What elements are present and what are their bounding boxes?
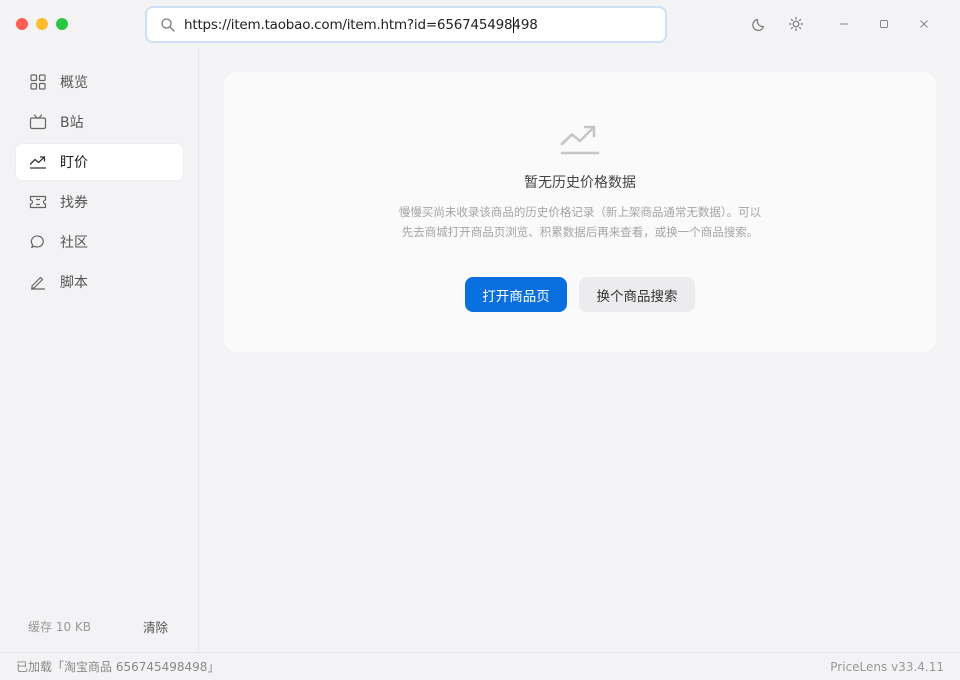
sidebar-item-label: 脚本 bbox=[60, 275, 88, 291]
clear-cache-button[interactable]: 清除 bbox=[143, 617, 168, 636]
sun-icon[interactable] bbox=[787, 15, 805, 33]
close-icon[interactable] bbox=[915, 15, 933, 33]
url-input[interactable] bbox=[184, 16, 644, 33]
moon-icon[interactable] bbox=[751, 15, 769, 33]
sidebar-item-community[interactable]: 社区 bbox=[16, 224, 183, 260]
zoom-window-button[interactable] bbox=[56, 18, 68, 30]
empty-state-description: 慢慢买尚未收录该商品的历史价格记录（新上架商品通常无数据）。可以先去商城打开商品… bbox=[398, 205, 762, 239]
cache-row: 缓存 10 KB 清除 bbox=[28, 616, 168, 636]
cache-size-text: 缓存 10 KB bbox=[28, 619, 92, 634]
sidebar-item-price-watch[interactable]: 盯价 bbox=[16, 144, 183, 180]
url-bar[interactable] bbox=[145, 6, 667, 43]
tv-icon bbox=[29, 113, 47, 131]
text-caret bbox=[513, 17, 514, 33]
sidebar-item-scripts[interactable]: 脚本 bbox=[16, 264, 183, 300]
trend-icon bbox=[29, 153, 47, 171]
chat-icon bbox=[29, 233, 47, 251]
status-bar: 已加载「淘宝商品 656745498498」 PriceLens v33.4.1… bbox=[0, 652, 960, 680]
search-another-product-button[interactable]: 换个商品搜索 bbox=[579, 277, 695, 312]
sidebar-item-coupons[interactable]: 找券 bbox=[16, 184, 183, 220]
sidebar-item-label: B站 bbox=[60, 115, 84, 131]
title-bar bbox=[0, 0, 960, 48]
minimize-icon[interactable] bbox=[835, 15, 853, 33]
sidebar-item-label: 盯价 bbox=[60, 155, 88, 171]
sidebar-item-bilibili[interactable]: B站 bbox=[16, 104, 183, 140]
maximize-icon[interactable] bbox=[875, 15, 893, 33]
main-panel: 暂无历史价格数据 慢慢买尚未收录该商品的历史价格记录（新上架商品通常无数据）。可… bbox=[200, 48, 960, 652]
sidebar: 概览 B站 盯价 找券 社区 脚本 缓存 10 KB 清除 bbox=[0, 48, 199, 652]
app-version-text: PriceLens v33.4.11 bbox=[830, 659, 944, 674]
ticket-icon bbox=[29, 193, 47, 211]
grid-icon bbox=[29, 73, 47, 91]
sidebar-item-label: 概览 bbox=[60, 75, 88, 91]
open-product-page-button[interactable]: 打开商品页 bbox=[465, 277, 567, 312]
load-status-text: 已加载「淘宝商品 656745498498」 bbox=[16, 660, 220, 674]
sidebar-item-label: 找券 bbox=[60, 195, 88, 211]
pen-icon bbox=[29, 273, 47, 291]
minimize-window-button[interactable] bbox=[36, 18, 48, 30]
sidebar-item-label: 社区 bbox=[60, 235, 88, 251]
trend-chart-icon bbox=[560, 125, 600, 155]
empty-state-card: 暂无历史价格数据 慢慢买尚未收录该商品的历史价格记录（新上架商品通常无数据）。可… bbox=[224, 72, 936, 352]
search-icon bbox=[161, 17, 175, 32]
empty-state-title: 暂无历史价格数据 bbox=[524, 175, 636, 191]
close-window-button[interactable] bbox=[16, 18, 28, 30]
sidebar-item-overview[interactable]: 概览 bbox=[16, 64, 183, 100]
